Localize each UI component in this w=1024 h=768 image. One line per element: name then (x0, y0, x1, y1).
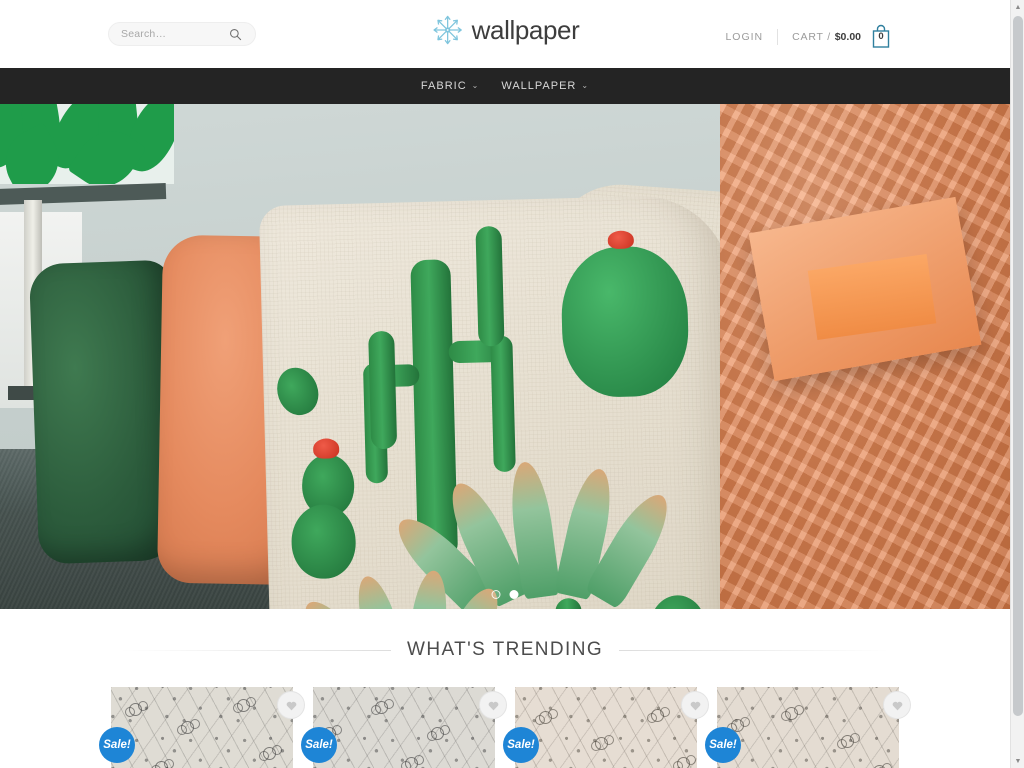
hero-tropical-lampshade (0, 104, 174, 184)
search-input[interactable] (121, 28, 229, 40)
product-image[interactable] (717, 687, 899, 768)
hero-carousel[interactable] (0, 104, 1010, 609)
product-image[interactable] (313, 687, 495, 768)
carousel-dots (491, 590, 519, 599)
search-icon[interactable] (229, 28, 242, 41)
chevron-down-icon: ⌄ (581, 81, 590, 90)
site-header: wallpaper LOGIN CART / $0.00 0 (0, 0, 1010, 68)
sale-badge: Sale! (301, 727, 337, 763)
product-card[interactable]: Sale! (99, 687, 305, 768)
product-grid: Sale! Sale! Sale! Sale! (0, 661, 1010, 768)
nav-item-wallpaper[interactable]: WALLPAPER ⌄ (501, 80, 589, 92)
page-root: wallpaper LOGIN CART / $0.00 0 FABRIC ⌄ (0, 0, 1010, 768)
carousel-dot-1[interactable] (491, 590, 501, 599)
hero-plush-blanket (720, 104, 1010, 609)
scroll-down-icon[interactable]: ▼ (1011, 754, 1024, 768)
cart-count: 0 (878, 31, 884, 42)
heart-icon[interactable] (883, 691, 911, 719)
nav-item-fabric[interactable]: FABRIC ⌄ (421, 80, 479, 92)
carousel-dot-2[interactable] (509, 590, 519, 599)
shopping-bag-icon[interactable]: 0 (870, 24, 892, 50)
sale-badge: Sale! (99, 727, 135, 763)
scroll-up-icon[interactable]: ▲ (1011, 0, 1024, 14)
brand-name: wallpaper (471, 14, 580, 45)
divider-left (120, 649, 392, 651)
cart-label: CART / (792, 31, 831, 43)
product-card[interactable]: Sale! (503, 687, 709, 768)
heart-icon[interactable] (277, 691, 305, 719)
product-card[interactable]: Sale! (705, 687, 911, 768)
section-title: WHAT'S TRENDING (407, 639, 603, 660)
cart-total: $0.00 (834, 31, 861, 43)
hero-cactus-pillow-front (258, 193, 742, 609)
product-image[interactable] (515, 687, 697, 768)
cart-link[interactable]: CART / $0.00 (778, 31, 861, 43)
divider-right (619, 649, 891, 651)
sale-badge: Sale! (705, 727, 741, 763)
trending-section: WHAT'S TRENDING Sale! Sale! Sale! Sale! (0, 609, 1010, 768)
heart-icon[interactable] (681, 691, 709, 719)
heart-icon[interactable] (479, 691, 507, 719)
nav-item-wallpaper-label: WALLPAPER (501, 80, 577, 92)
pinwheel-logo-icon (431, 12, 465, 48)
main-navigation: FABRIC ⌄ WALLPAPER ⌄ (0, 68, 1010, 104)
page-scrollbar[interactable]: ▲ ▼ (1010, 0, 1024, 768)
section-header: WHAT'S TRENDING (0, 639, 1010, 661)
sale-badge: Sale! (503, 727, 539, 763)
header-account-area: LOGIN CART / $0.00 0 (725, 24, 892, 50)
hero-image (0, 104, 1010, 609)
scrollbar-thumb[interactable] (1013, 16, 1023, 716)
chevron-down-icon: ⌄ (471, 81, 480, 90)
search-box[interactable] (108, 22, 256, 46)
nav-item-fabric-label: FABRIC (420, 80, 467, 92)
login-link[interactable]: LOGIN (725, 31, 777, 43)
site-logo[interactable]: wallpaper (431, 12, 580, 48)
product-card[interactable]: Sale! (301, 687, 507, 768)
product-image[interactable] (111, 687, 293, 768)
